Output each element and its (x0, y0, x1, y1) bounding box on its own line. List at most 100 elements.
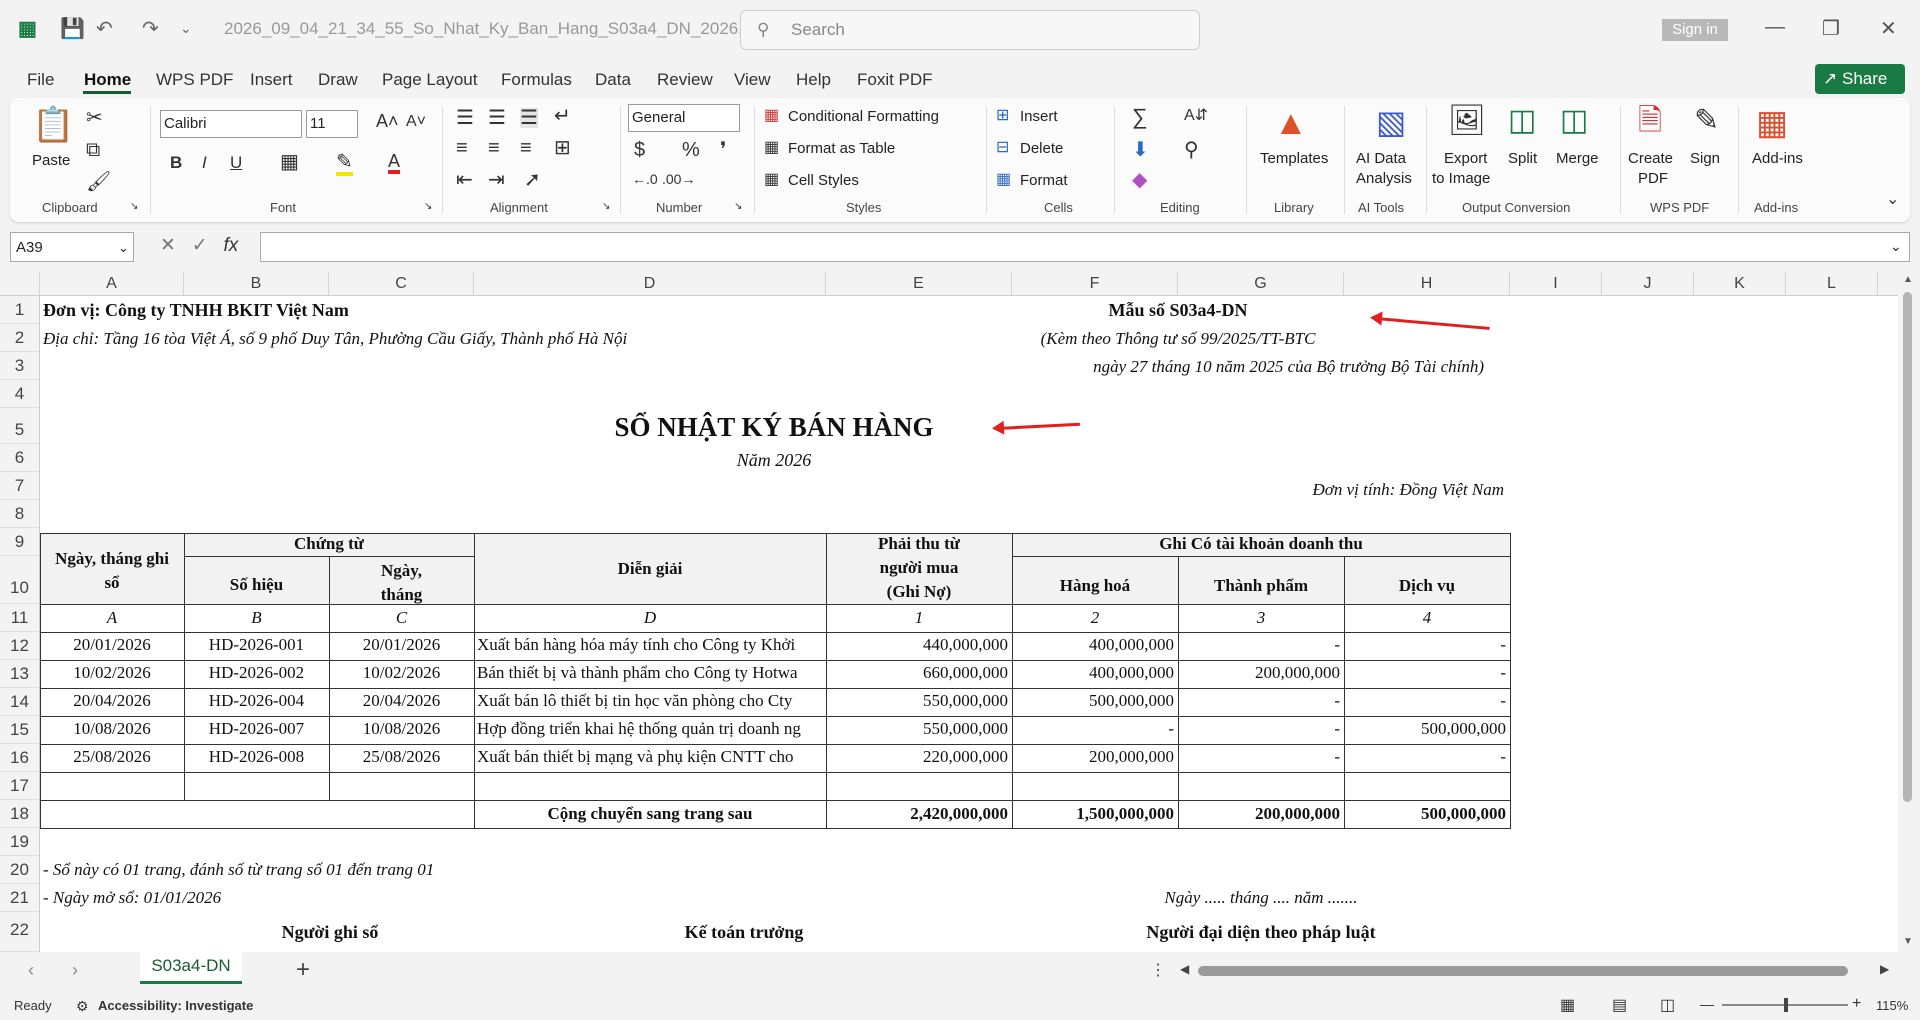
share-button[interactable]: ↗ Share (1815, 64, 1905, 94)
menu-help[interactable]: Help (796, 70, 831, 90)
row-header[interactable]: 2 (0, 324, 40, 352)
sign-button[interactable]: Sign (1690, 150, 1720, 167)
column-header[interactable]: B (184, 272, 329, 296)
restore-icon[interactable]: ❐ (1822, 16, 1840, 41)
quick-access-dropdown-icon[interactable]: ⌄ (180, 20, 192, 37)
menu-file[interactable]: File (27, 70, 54, 90)
code-cell[interactable]: 3 (1178, 608, 1344, 628)
cell-no[interactable]: HD-2026-004 (184, 691, 329, 711)
row-header[interactable]: 19 (0, 828, 40, 856)
cell-date[interactable]: 20/01/2026 (40, 635, 184, 655)
cell-services[interactable]: - (1344, 663, 1506, 683)
column-header[interactable]: L (1786, 272, 1878, 296)
cell-desc[interactable]: Xuất bán thiết bị mạng và phụ kiện CNTT … (477, 747, 824, 767)
row-header[interactable]: 11 (0, 604, 40, 632)
row-header[interactable]: 1 (0, 296, 40, 324)
align-bottom-icon[interactable]: ☰ (520, 108, 538, 128)
format-button[interactable]: Format (1020, 172, 1068, 189)
menu-insert[interactable]: Insert (250, 70, 293, 90)
copy-icon[interactable]: ⧉ (86, 140, 100, 160)
cell-vdate[interactable]: 25/08/2026 (329, 747, 474, 767)
total-services[interactable]: 500,000,000 (1344, 804, 1506, 824)
templates-icon[interactable]: ▲ (1274, 106, 1308, 140)
row-header[interactable]: 15 (0, 716, 40, 744)
align-right-icon[interactable]: ≡ (520, 138, 532, 158)
row-header[interactable]: 4 (0, 380, 40, 408)
cell-receivable[interactable]: 550,000,000 (826, 719, 1008, 739)
row-header[interactable]: 20 (0, 856, 40, 884)
create-pdf-label-2[interactable]: PDF (1638, 170, 1668, 187)
decrease-decimal-icon[interactable]: .00→ (662, 172, 695, 186)
cell-products[interactable]: 200,000,000 (1178, 663, 1340, 683)
zoom-level[interactable]: 115% (1876, 998, 1908, 1013)
menu-view[interactable]: View (734, 70, 771, 90)
cut-icon[interactable]: ✂ (86, 108, 103, 128)
row-header[interactable]: 13 (0, 660, 40, 688)
font-name-select[interactable]: Calibri (160, 110, 302, 138)
export-label-2[interactable]: to Image (1432, 170, 1490, 187)
expand-formula-icon[interactable]: ⌄ (1890, 238, 1902, 255)
align-center-icon[interactable]: ≡ (488, 138, 500, 158)
column-header[interactable]: F (1012, 272, 1178, 296)
menu-page-layout[interactable]: Page Layout (382, 70, 477, 90)
create-pdf-label-1[interactable]: Create (1628, 150, 1673, 167)
page-layout-view-icon[interactable]: ▤ (1612, 995, 1627, 1015)
cell-products[interactable]: - (1178, 719, 1340, 739)
menu-home[interactable]: Home (84, 70, 131, 90)
name-box-dropdown-icon[interactable]: ⌄ (118, 240, 129, 256)
cell-no[interactable]: HD-2026-001 (184, 635, 329, 655)
menu-foxit-pdf[interactable]: Foxit PDF (857, 70, 933, 90)
cell-date[interactable]: 20/04/2026 (40, 691, 184, 711)
cell-goods[interactable]: 200,000,000 (1012, 747, 1174, 767)
cell-vdate[interactable]: 20/04/2026 (329, 691, 474, 711)
zoom-in-icon[interactable]: + (1852, 995, 1861, 1013)
cell-services[interactable]: - (1344, 747, 1506, 767)
export-label-1[interactable]: Export (1444, 150, 1487, 167)
total-label[interactable]: Cộng chuyển sang trang sau (474, 804, 826, 824)
italic-icon[interactable]: I (202, 154, 207, 171)
close-icon[interactable]: ✕ (1880, 16, 1897, 41)
delete-button[interactable]: Delete (1020, 140, 1063, 157)
row-header[interactable]: 6 (0, 444, 40, 472)
align-middle-icon[interactable]: ☰ (488, 108, 506, 128)
search-box[interactable]: ⚲ Search (740, 10, 1200, 50)
code-cell[interactable]: A (40, 608, 184, 628)
cell-vdate[interactable]: 10/08/2026 (329, 719, 474, 739)
cell-goods[interactable]: 500,000,000 (1012, 691, 1174, 711)
addins-icon[interactable]: ▦ (1756, 106, 1788, 140)
cell-no[interactable]: HD-2026-002 (184, 663, 329, 683)
row-header[interactable]: 5 (0, 408, 40, 444)
cell-receivable[interactable]: 440,000,000 (826, 635, 1008, 655)
column-header[interactable]: D (474, 272, 826, 296)
menu-draw[interactable]: Draw (318, 70, 358, 90)
worksheet-grid[interactable]: A B C D E F G H I J K L 1 2 3 4 5 6 7 8 … (0, 272, 1920, 952)
align-top-icon[interactable]: ☰ (456, 108, 474, 128)
row-header[interactable]: 12 (0, 632, 40, 660)
autosum-icon[interactable]: ∑ (1132, 106, 1148, 128)
comma-style-icon[interactable]: ❜ (720, 140, 726, 160)
cell-receivable[interactable]: 660,000,000 (826, 663, 1008, 683)
decrease-font-icon[interactable]: A˅ (406, 114, 426, 130)
vertical-scroll-thumb[interactable] (1903, 292, 1912, 802)
cell-date[interactable]: 25/08/2026 (40, 747, 184, 767)
total-goods[interactable]: 1,500,000,000 (1012, 804, 1174, 824)
cell-services[interactable]: - (1344, 635, 1506, 655)
font-color-icon[interactable]: A (388, 152, 401, 174)
sign-icon[interactable]: ✎ (1694, 106, 1719, 136)
increase-indent-icon[interactable]: ⇥ (488, 170, 505, 190)
accessibility-status[interactable]: Accessibility: Investigate (98, 998, 253, 1013)
cell-vdate[interactable]: 10/02/2026 (329, 663, 474, 683)
underline-icon[interactable]: U (230, 154, 242, 171)
column-header[interactable]: E (826, 272, 1012, 296)
save-icon[interactable]: 💾 (60, 16, 85, 41)
cell-goods[interactable]: 400,000,000 (1012, 635, 1174, 655)
cancel-icon[interactable]: ✕ (160, 235, 176, 256)
ai-data-label-1[interactable]: AI Data (1356, 150, 1406, 167)
dialog-launcher-icon[interactable]: ↘ (424, 202, 432, 212)
undo-icon[interactable]: ↶ (96, 16, 113, 41)
cell-desc[interactable]: Xuất bán lô thiết bị tin học văn phòng c… (477, 691, 824, 711)
insert-button[interactable]: Insert (1020, 108, 1058, 125)
row-header[interactable]: 9 (0, 528, 40, 556)
wrap-text-icon[interactable]: ↵ (554, 106, 571, 126)
redo-icon[interactable]: ↷ (142, 16, 159, 41)
